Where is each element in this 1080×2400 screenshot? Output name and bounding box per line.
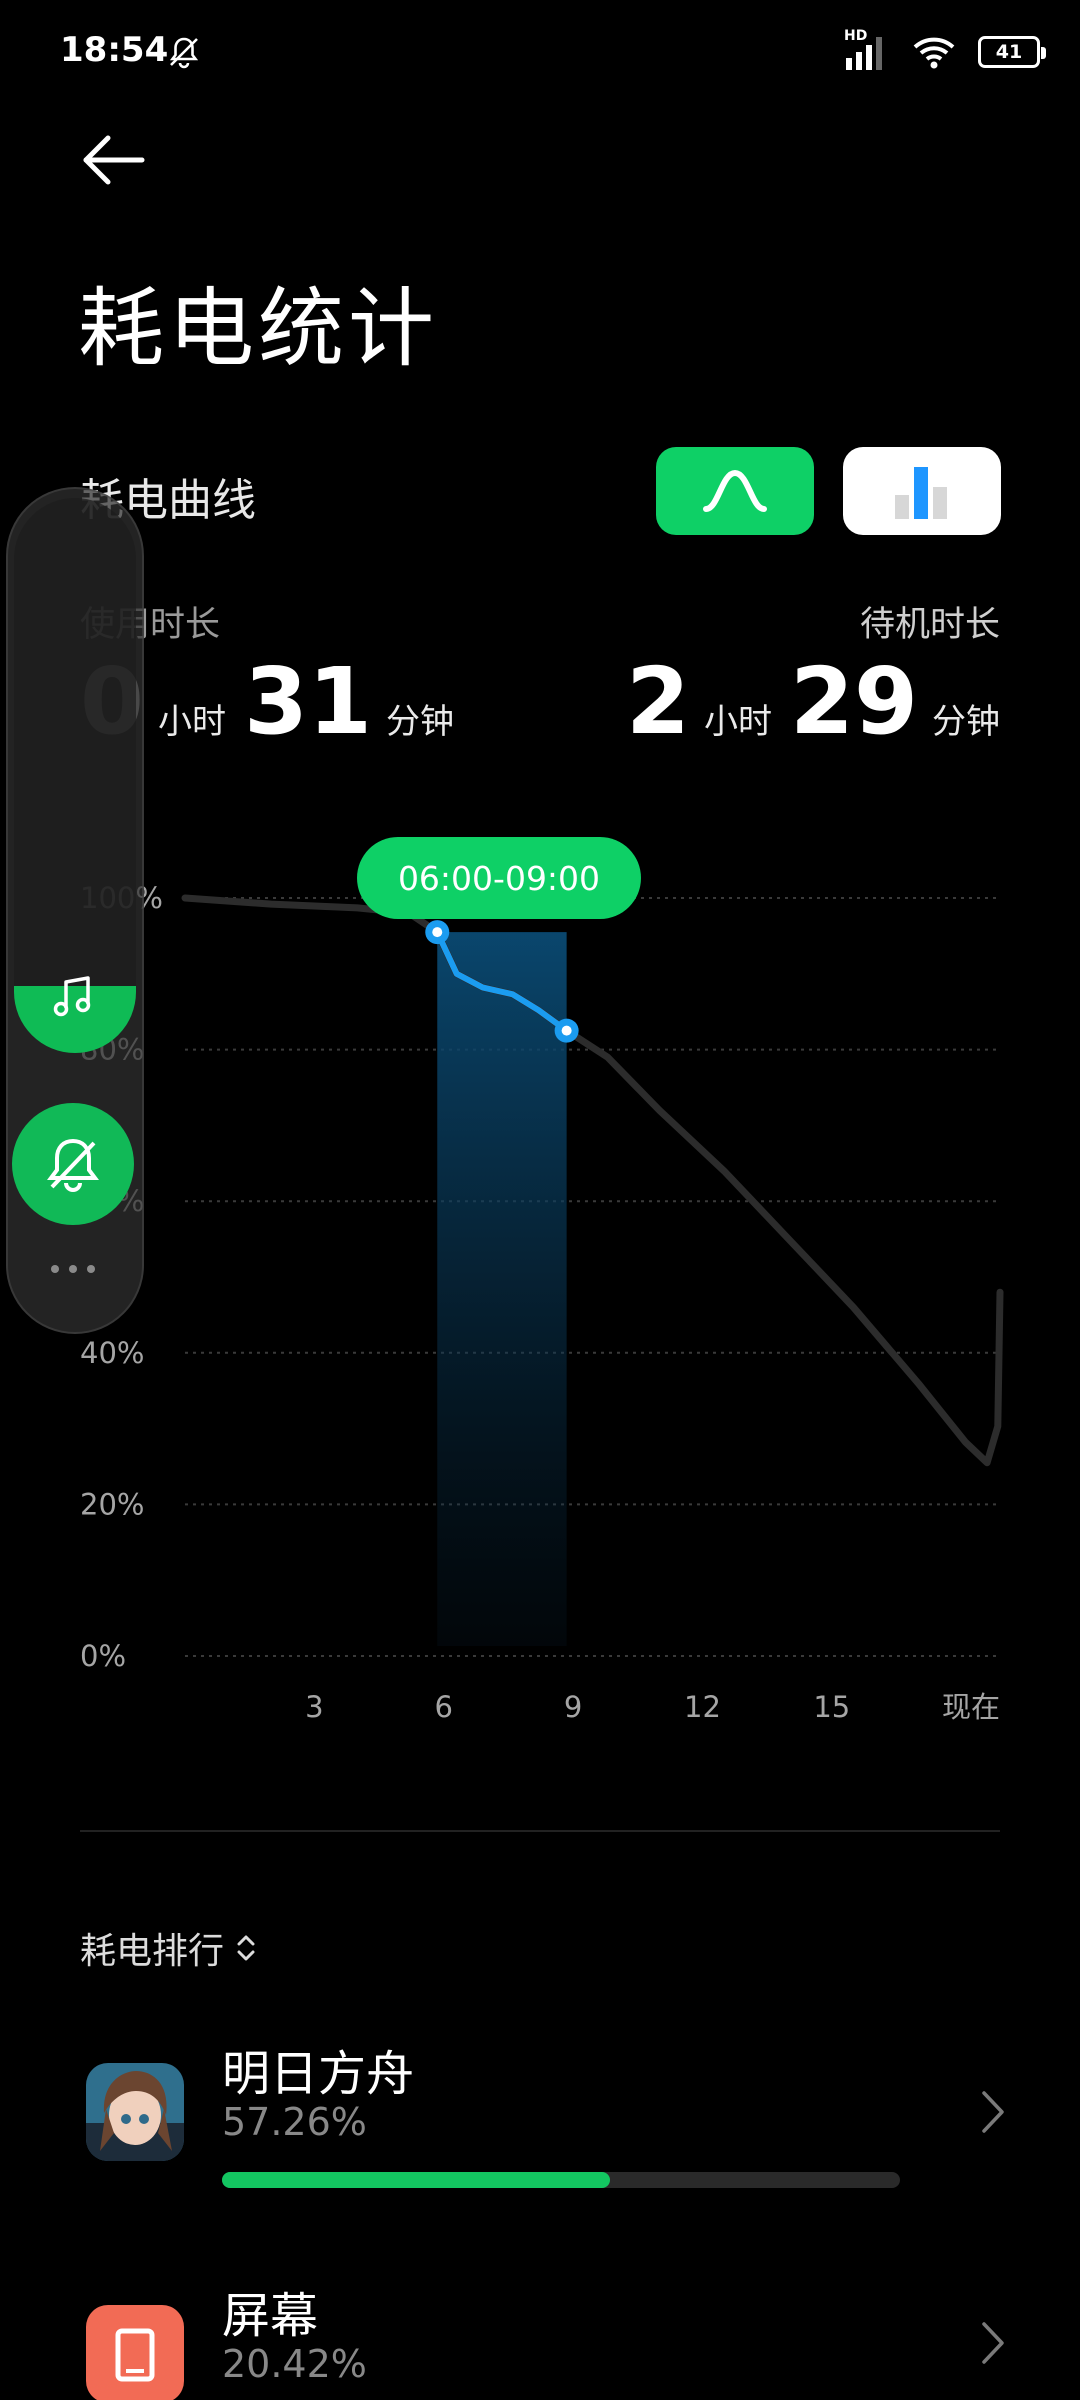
selected-range-tooltip: 06:00-09:00 [357,837,641,919]
standby-minutes: 29 [789,648,918,755]
range-point-center [432,927,443,938]
arknights-app-icon [86,2063,184,2161]
sort-updown-icon [237,1935,255,1961]
bar-chart-icon [895,467,947,519]
app-name: 屏幕 [222,2288,319,2344]
usage-hours-unit: 小时 [158,702,227,742]
y-tick-label: 20% [80,1487,144,1521]
chevron-right-icon [982,2091,1004,2133]
status-indicators: HD 41 [844,28,1046,74]
x-tick-label: 现在 [942,1690,1000,1724]
volume-slider[interactable] [14,498,136,1053]
bell-muted-icon [169,37,199,69]
app-row-screen[interactable]: 屏幕 20.42% [0,2252,1080,2400]
standby-duration: 2 小时 29 分钟 [626,656,1000,748]
wifi-icon [913,37,955,69]
standby-hours: 2 [625,648,690,755]
x-tick-label: 6 [435,1690,453,1724]
app-name: 明日方舟 [222,2046,415,2102]
music-note-icon [53,976,91,1017]
usage-bar-fill [222,2172,611,2188]
x-tick-label: 12 [684,1690,721,1724]
arrow-left-icon [83,135,145,185]
page-title: 耗电统计 [78,279,438,379]
back-button[interactable] [76,130,156,190]
chevron-right-icon [982,2322,1004,2364]
x-tick-label: 9 [564,1690,582,1724]
curve-view-toggle[interactable] [656,447,814,535]
section-divider [80,1830,1000,1832]
ranking-title: 耗电排行 [80,1931,225,1972]
app-percent: 20.42% [222,2342,367,2386]
battery-icon: 41 [978,36,1046,68]
standby-time-label: 待机时长 [859,605,1000,645]
more-dots-icon[interactable] [48,1262,98,1276]
x-tick-label: 3 [305,1690,323,1724]
y-tick-label: 0% [80,1639,126,1673]
battery-curve-chart[interactable]: 100%80%60%40%20%0%3691215现在 [0,820,1080,1750]
ringer-mute-button[interactable] [12,1103,134,1225]
battery-level: 41 [995,41,1023,63]
usage-minutes: 31 [244,648,373,755]
standby-minutes-unit: 分钟 [932,702,1000,742]
app-percent: 57.26% [222,2100,367,2144]
curve-icon [703,469,767,512]
y-tick-label: 40% [80,1336,144,1370]
standby-hours-unit: 小时 [703,702,772,742]
hd-badge: HD [844,28,868,44]
bar-view-toggle[interactable] [843,447,1001,535]
signal-icon: HD [844,28,890,72]
x-tick-label: 15 [813,1690,850,1724]
ranking-sort-toggle[interactable]: 耗电排行 [80,1922,258,1974]
highlight-range [437,932,567,1646]
bell-muted-icon [47,1138,99,1192]
screen-app-icon [86,2305,184,2400]
status-time: 18:54 [60,30,169,70]
usage-minutes-unit: 分钟 [386,702,455,742]
battery-level-line [181,894,1004,1467]
app-row-arknights[interactable]: 明日方舟 57.26% [0,2010,1080,2210]
usage-bar-track [222,2172,900,2188]
range-point-center [561,1025,572,1036]
